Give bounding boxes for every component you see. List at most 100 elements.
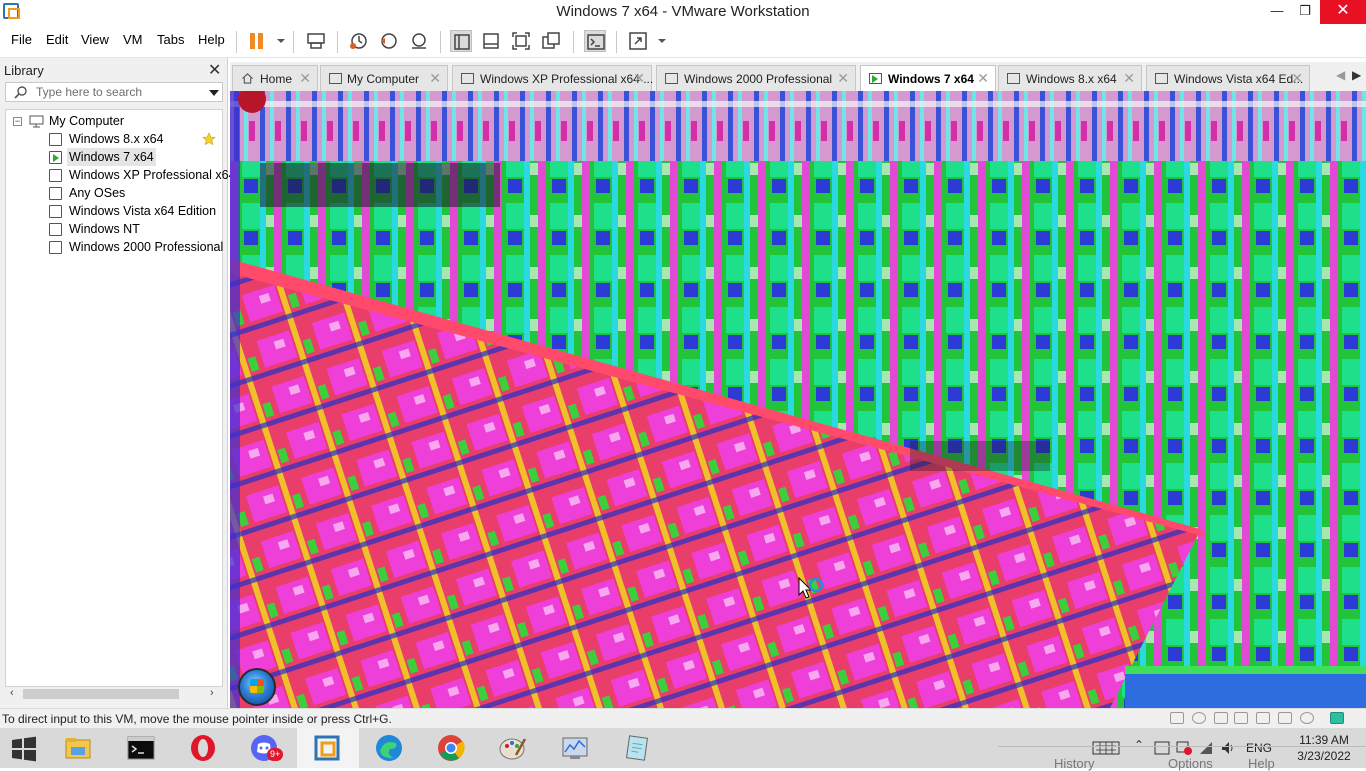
ghost-options-label: Options (1168, 756, 1213, 771)
usb-controller-icon[interactable] (1234, 712, 1248, 724)
tab-windows-8[interactable]: Windows 8.x x64 ✕ (998, 65, 1142, 91)
taskbar-notepad[interactable] (607, 728, 669, 768)
tree-item-label: Windows NT (69, 222, 140, 236)
menu-file[interactable]: File (11, 32, 32, 47)
tree-item-windows-xp[interactable]: Windows XP Professional x64 (49, 166, 236, 184)
tree-item-windows-nt[interactable]: Windows NT (49, 220, 219, 238)
tab-windows-vista[interactable]: Windows Vista x64 Ed... ✕ (1146, 65, 1310, 91)
hard-disk-icon[interactable] (1170, 712, 1184, 724)
discord-badge: 9+ (267, 748, 284, 761)
tree-item-windows-7[interactable]: Windows 7 x64 (49, 148, 219, 166)
message-log-icon[interactable] (1330, 712, 1344, 724)
power-dropdown-icon[interactable] (270, 30, 285, 52)
notepad-icon (625, 735, 649, 761)
library-tree: − My Computer Windows 8.x x64 Windows 7 … (5, 109, 236, 687)
printer-icon[interactable] (1278, 712, 1292, 724)
taskbar-paint[interactable] (483, 728, 545, 768)
collapse-icon[interactable]: − (13, 117, 22, 126)
taskbar-discord[interactable]: 9+ (235, 728, 297, 768)
taskbar-edge[interactable] (359, 728, 421, 768)
send-ctrl-alt-del-icon[interactable] (305, 30, 327, 52)
search-dropdown-icon[interactable] (209, 90, 219, 96)
maximize-button[interactable]: ❐ (1290, 0, 1320, 24)
tab-windows-2000[interactable]: Windows 2000 Professional ✕ (656, 65, 856, 91)
edge-icon (376, 735, 402, 761)
tab-close-icon[interactable]: ✕ (633, 70, 645, 87)
tree-item-windows-2000[interactable]: Windows 2000 Professional (49, 238, 223, 256)
tab-close-icon[interactable]: ✕ (1123, 70, 1135, 87)
vm-console-display[interactable] (230, 91, 1366, 708)
library-horizontal-scrollbar[interactable]: ‹ › (5, 687, 223, 701)
tab-close-icon[interactable]: ✕ (429, 70, 441, 87)
menu-edit[interactable]: Edit (46, 32, 68, 47)
scroll-right-icon[interactable]: › (210, 687, 214, 699)
scrollbar-thumb[interactable] (23, 689, 179, 699)
tab-label: My Computer (347, 72, 420, 86)
minimize-button[interactable]: — (1262, 0, 1292, 24)
show-library-icon[interactable] (450, 30, 472, 52)
stretch-guest-icon[interactable] (627, 30, 649, 52)
tab-windows-7[interactable]: Windows 7 x64 ✕ (860, 65, 996, 92)
menu-help[interactable]: Help (198, 32, 225, 47)
tab-close-icon[interactable]: ✕ (977, 70, 989, 87)
stretch-dropdown-icon[interactable] (651, 30, 666, 52)
taskbar-performance-monitor[interactable] (545, 728, 607, 768)
tab-scroll-left-icon[interactable]: ◀ (1336, 68, 1345, 82)
vm-icon (665, 73, 678, 84)
tab-home[interactable]: Home ✕ (232, 65, 318, 91)
tree-item-windows-vista[interactable]: Windows Vista x64 Edition (49, 202, 219, 220)
menu-vm[interactable]: VM (123, 32, 143, 47)
vm-icon (1155, 73, 1168, 84)
close-button[interactable]: ✕ (1320, 0, 1366, 24)
show-thumbnail-bar-icon[interactable] (480, 30, 502, 52)
start-button[interactable] (0, 728, 50, 768)
guest-start-button[interactable] (238, 668, 276, 706)
console-view-icon[interactable] (584, 30, 606, 52)
cd-dvd-icon[interactable] (1192, 712, 1206, 724)
window-title: Windows 7 x64 - VMware Workstation (556, 3, 810, 20)
tab-windows-xp[interactable]: Windows XP Professional x64 ... ✕ (452, 65, 653, 91)
tree-item-any-oses[interactable]: Any OSes (49, 184, 219, 202)
tree-item-windows-8[interactable]: Windows 8.x x64 (49, 130, 219, 148)
tree-root-my-computer[interactable]: My Computer (29, 112, 219, 130)
network-adapter-icon[interactable] (1214, 712, 1228, 724)
ghost-history-label: History (1054, 756, 1095, 771)
tab-close-icon[interactable]: ✕ (299, 70, 311, 87)
tab-close-icon[interactable]: ✕ (1291, 70, 1303, 87)
taskbar-file-explorer[interactable] (48, 728, 110, 768)
paint-icon (499, 738, 527, 760)
library-close-button[interactable]: ✕ (208, 60, 221, 80)
tree-item-label: Any OSes (69, 186, 126, 200)
tab-my-computer[interactable]: My Computer ✕ (320, 65, 448, 91)
menu-toolbar: File Edit View VM Tabs Help (0, 24, 1366, 58)
full-screen-icon[interactable] (510, 30, 532, 52)
toolbar-separator (293, 31, 294, 53)
tab-close-icon[interactable]: ✕ (837, 70, 849, 87)
display-icon[interactable] (1300, 712, 1314, 724)
snapshot-icon[interactable] (348, 30, 370, 52)
taskbar-command-prompt[interactable] (111, 728, 173, 768)
library-search-input[interactable] (36, 84, 196, 100)
sound-card-icon[interactable] (1256, 712, 1270, 724)
tab-label: Windows 8.x x64 (1026, 72, 1117, 86)
vm-icon (49, 241, 62, 254)
menu-view[interactable]: View (81, 32, 109, 47)
menu-tabs[interactable]: Tabs (157, 32, 184, 47)
tab-label: Home (260, 72, 293, 86)
vm-icon (1007, 73, 1020, 84)
home-icon (242, 73, 253, 84)
guest-desktop-glitch (230, 91, 1366, 708)
toolbar-separator (337, 31, 338, 53)
revert-snapshot-icon[interactable] (378, 30, 400, 52)
vm-icon (49, 187, 62, 200)
taskbar-vmware-workstation[interactable] (297, 728, 359, 768)
pause-icon[interactable] (246, 30, 268, 52)
unity-icon[interactable] (540, 30, 562, 52)
taskbar-chrome[interactable] (421, 728, 483, 768)
vm-running-icon (49, 151, 62, 164)
taskbar-opera[interactable] (173, 728, 235, 768)
scroll-left-icon[interactable]: ‹ (10, 687, 14, 699)
star-icon (202, 132, 216, 146)
snapshot-manager-icon[interactable] (408, 30, 430, 52)
tab-scroll-right-icon[interactable]: ▶ (1352, 68, 1361, 82)
